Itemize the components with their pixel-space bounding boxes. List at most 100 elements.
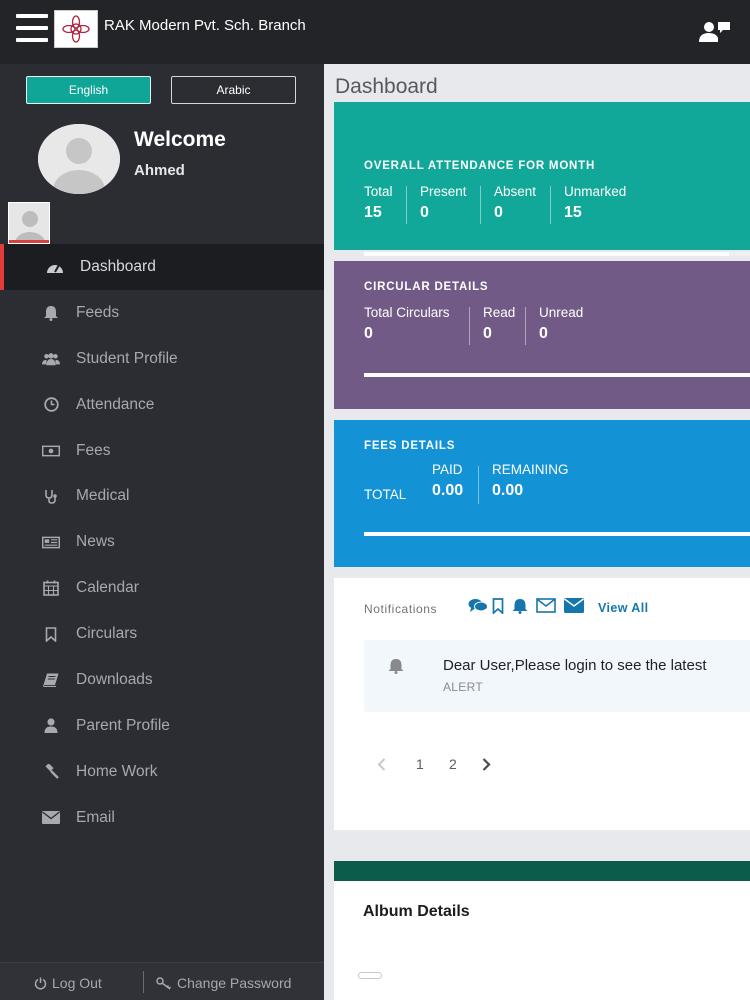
stat-label: PAID [432,462,463,477]
album-title: Album Details [363,903,470,920]
stat-absent: Absent 0 [494,184,536,222]
pager-prev-icon[interactable] [377,758,386,774]
fees-progress-bar [364,532,750,536]
school-name: RAK Modern Pvt. Sch. Branch [104,17,306,34]
welcome-text: Welcome [134,128,226,151]
notifications-label: Notifications [364,602,438,616]
sidebar-item-label: Calendar [76,579,139,597]
logout-button[interactable]: Log Out [34,975,102,991]
circular-progress-bar [364,373,750,377]
attendance-progress-fill [364,252,730,256]
bookmark-icon[interactable] [492,598,504,619]
sidebar-item-downloads[interactable]: Downloads [0,657,324,703]
sidebar-item-label: Home Work [76,762,158,780]
sidebar-item-circulars[interactable]: Circulars [0,611,324,657]
stat-value: 0 [483,325,492,342]
view-all-link[interactable]: View All [598,601,648,615]
english-button[interactable]: English [26,76,151,104]
stat-total-circulars: Total Circulars 0 [364,305,450,343]
arabic-button[interactable]: Arabic [171,76,296,104]
circular-card[interactable]: CIRCULAR DETAILS Total Circulars 0 Read … [334,261,750,409]
pager-next-icon[interactable] [482,758,491,774]
attendance-card[interactable]: OVERALL ATTENDANCE FOR MONTH Total 15 Pr… [334,102,750,256]
stat-paid: PAID 0.00 [432,462,463,500]
clock-icon [42,397,60,413]
top-bar: RAK Modern Pvt. Sch. Branch [0,0,750,64]
logout-label: Log Out [52,975,102,991]
notification-type: ALERT [443,680,483,694]
sidebar-item-feeds[interactable]: Feeds [0,290,324,336]
sidebar: English Arabic Welcome Ahmed Dashboard F… [0,64,324,1000]
sidebar-item-label: Downloads [76,670,153,688]
change-password-label: Change Password [177,975,292,991]
stat-value: 0 [539,325,548,342]
stat-value: 15 [364,204,382,221]
fees-card[interactable]: FEES DETAILS TOTAL PAID 0.00 REMAINING 0… [334,420,750,567]
sidebar-item-attendance[interactable]: Attendance [0,382,324,428]
envelope-icon [42,810,60,826]
users-icon [42,351,60,367]
stat-label: Unread [539,305,584,320]
attendance-progress-bar [364,252,750,256]
album-carousel-indicator[interactable] [358,972,382,979]
sidebar-item-label: Attendance [76,395,155,413]
stat-divider [406,186,407,224]
sidebar-item-fees[interactable]: Fees [0,428,324,474]
stat-divider [550,186,551,224]
pager-page-1[interactable]: 1 [416,756,424,772]
album-panel: Album Details [334,861,750,1000]
book-icon [42,672,60,688]
main-content: Dashboard OVERALL ATTENDANCE FOR MONTH T… [324,64,750,1000]
pager-page-2[interactable]: 2 [449,756,457,772]
user-settings-icon[interactable] [696,18,732,44]
sidebar-item-calendar[interactable]: Calendar [0,565,324,611]
stat-divider [478,466,479,504]
sidebar-menu: Dashboard Feeds Student Profile Attendan… [0,244,324,841]
stat-label: Read [483,305,516,320]
comments-icon[interactable] [468,598,488,618]
envelope-outline-icon[interactable] [536,598,556,618]
stat-label: Total [364,184,393,199]
notification-item[interactable]: Dear User,Please login to see the latest… [364,640,750,712]
user-name: Ahmed [134,162,185,179]
stat-label: Total Circulars [364,305,450,320]
stat-read: Read 0 [483,305,515,343]
sidebar-item-home-work[interactable]: Home Work [0,749,324,795]
change-password-button[interactable]: Change Password [156,975,291,991]
stat-divider [525,307,526,345]
sidebar-item-student-profile[interactable]: Student Profile [0,336,324,382]
dashboard-icon [46,259,64,275]
stat-unmarked: Unmarked 15 [564,184,626,222]
stat-present: Present 0 [420,184,467,222]
stethoscope-icon [42,488,60,504]
user-icon [42,718,60,734]
sidebar-item-medical[interactable]: Medical [0,473,324,519]
stat-value: 0.00 [492,482,524,499]
stat-divider [469,307,470,345]
stat-value: 0 [364,325,373,342]
power-icon [34,977,47,990]
sidebar-item-label: Email [76,808,115,826]
stat-total: Total 15 [364,184,393,222]
sidebar-item-email[interactable]: Email [0,795,324,841]
envelope-icon[interactable] [564,598,584,618]
stat-remaining: REMAINING 0.00 [492,462,569,500]
calendar-icon [42,580,60,596]
sidebar-item-parent-profile[interactable]: Parent Profile [0,703,324,749]
bookmark-icon [42,626,60,642]
hamburger-menu-icon[interactable] [16,14,48,42]
sidebar-item-label: Medical [76,487,130,505]
stat-value: 0.00 [432,482,464,499]
money-icon [42,443,60,459]
stat-value: 15 [564,204,582,221]
sidebar-item-news[interactable]: News [0,519,324,565]
notifications-panel: Notifications View All Dear User,Please … [334,578,750,830]
stat-label: Absent [494,184,537,199]
fees-total-label: TOTAL [364,487,407,502]
sidebar-item-dashboard[interactable]: Dashboard [0,244,324,290]
stat-label: Present [420,184,467,199]
bell-icon [388,658,404,679]
bell-icon[interactable] [512,598,528,619]
sidebar-item-label: Parent Profile [76,716,170,734]
profile-thumbnail[interactable] [8,202,50,244]
